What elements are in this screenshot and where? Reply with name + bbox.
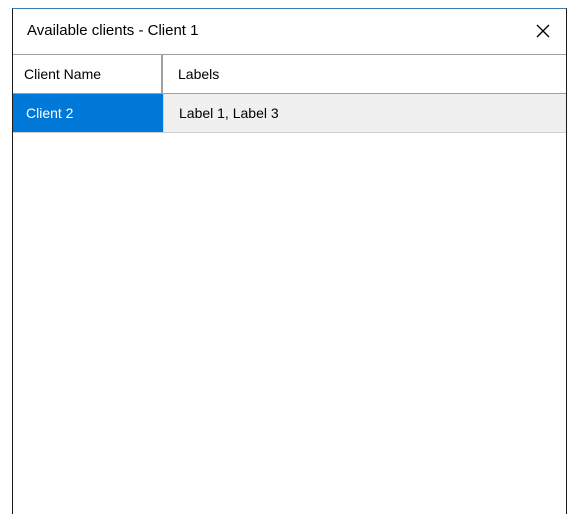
- title-bar[interactable]: Available clients - Client 1: [13, 9, 566, 53]
- window-title: Available clients - Client 1: [27, 22, 199, 39]
- cell-client-name[interactable]: Client 2: [13, 94, 163, 132]
- cell-labels[interactable]: Label 1, Label 3: [163, 94, 566, 132]
- column-header-labels[interactable]: Labels: [163, 55, 566, 93]
- close-button[interactable]: [526, 15, 560, 47]
- table-row[interactable]: Client 2 Label 1, Label 3: [13, 94, 566, 133]
- clients-grid[interactable]: Client Name Labels Client 2 Label 1, Lab…: [13, 54, 566, 514]
- grid-header-row: Client Name Labels: [13, 55, 566, 94]
- available-clients-dialog: Available clients - Client 1 Client Name…: [12, 8, 567, 514]
- column-header-client-name[interactable]: Client Name: [13, 55, 163, 93]
- close-icon: [536, 24, 550, 38]
